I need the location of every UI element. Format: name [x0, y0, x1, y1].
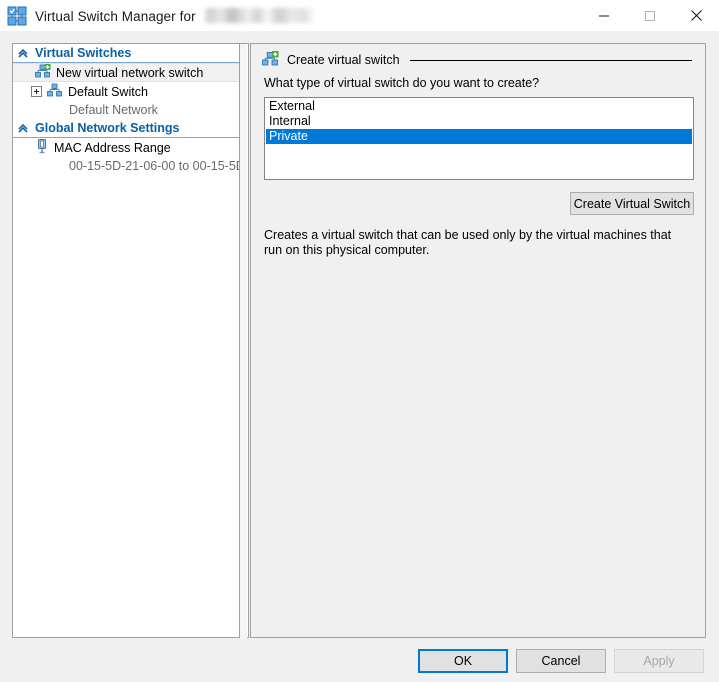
- create-virtual-switch-panel: Create virtual switch What type of virtu…: [250, 43, 706, 638]
- sidebar-item-label: Default Switch: [68, 85, 148, 99]
- virtual-switches-tree[interactable]: Virtual Switches New virtual netwo: [12, 43, 240, 638]
- tree-group-virtual-switches[interactable]: Virtual Switches: [13, 44, 239, 63]
- sidebar-item-mac-address-range[interactable]: MAC Address Range: [13, 138, 239, 157]
- sidebar-item-label: New virtual network switch: [56, 66, 203, 80]
- window-controls: [581, 0, 719, 31]
- sidebar-item-default-switch-sublabel: Default Network: [13, 101, 239, 119]
- create-virtual-switch-button[interactable]: Create Virtual Switch: [570, 192, 694, 215]
- new-virtual-switch-icon: [262, 51, 279, 69]
- tree-scrollbar[interactable]: [240, 43, 249, 638]
- minimize-icon[interactable]: [581, 0, 627, 31]
- switch-type-listbox[interactable]: External Internal Private: [264, 97, 694, 180]
- switch-type-description: Creates a virtual switch that can be use…: [264, 228, 684, 258]
- window-title-redacted: [203, 8, 315, 23]
- cancel-button[interactable]: Cancel: [516, 649, 606, 673]
- window-title-prefix: Virtual Switch Manager for: [35, 9, 196, 24]
- title-bar: Virtual Switch Manager for: [0, 0, 719, 31]
- section-title: Create virtual switch: [287, 53, 400, 67]
- list-item-external[interactable]: External: [266, 99, 692, 114]
- tree-group-global-network-settings[interactable]: Global Network Settings: [13, 119, 239, 138]
- ok-button[interactable]: OK: [418, 649, 508, 673]
- tree-scrollbar-thumb[interactable]: [240, 44, 247, 639]
- virtual-switch-manager-window: Virtual Switch Manager for: [0, 0, 719, 682]
- list-item-private[interactable]: Private: [266, 129, 692, 144]
- window-title: Virtual Switch Manager for: [35, 8, 315, 24]
- chevron-double-up-icon[interactable]: [17, 122, 29, 134]
- switch-type-question: What type of virtual switch do you want …: [264, 76, 539, 90]
- virtual-switch-icon: [47, 83, 63, 100]
- sidebar-item-mac-address-range-sublabel: 00-15-5D-21-06-00 to 00-15-5D-2…: [13, 157, 239, 175]
- chevron-double-up-icon[interactable]: [17, 47, 29, 59]
- mac-address-icon: [35, 139, 49, 157]
- new-virtual-switch-icon: [35, 64, 51, 81]
- list-item-internal[interactable]: Internal: [266, 114, 692, 129]
- sidebar-item-default-switch[interactable]: Default Switch: [13, 82, 239, 101]
- virtual-switch-icon: [7, 6, 27, 26]
- dialog-footer: OK Cancel Apply: [0, 640, 719, 682]
- section-header: Create virtual switch: [262, 51, 694, 69]
- apply-button: Apply: [614, 649, 704, 673]
- section-divider: [410, 60, 692, 61]
- tree-group-label: Virtual Switches: [35, 46, 131, 60]
- sidebar-item-label: MAC Address Range: [54, 141, 171, 155]
- expand-icon[interactable]: [31, 86, 42, 97]
- close-icon[interactable]: [673, 0, 719, 31]
- maximize-icon[interactable]: [627, 0, 673, 31]
- sidebar-item-new-virtual-network-switch[interactable]: New virtual network switch: [13, 63, 239, 82]
- tree-group-label: Global Network Settings: [35, 121, 179, 135]
